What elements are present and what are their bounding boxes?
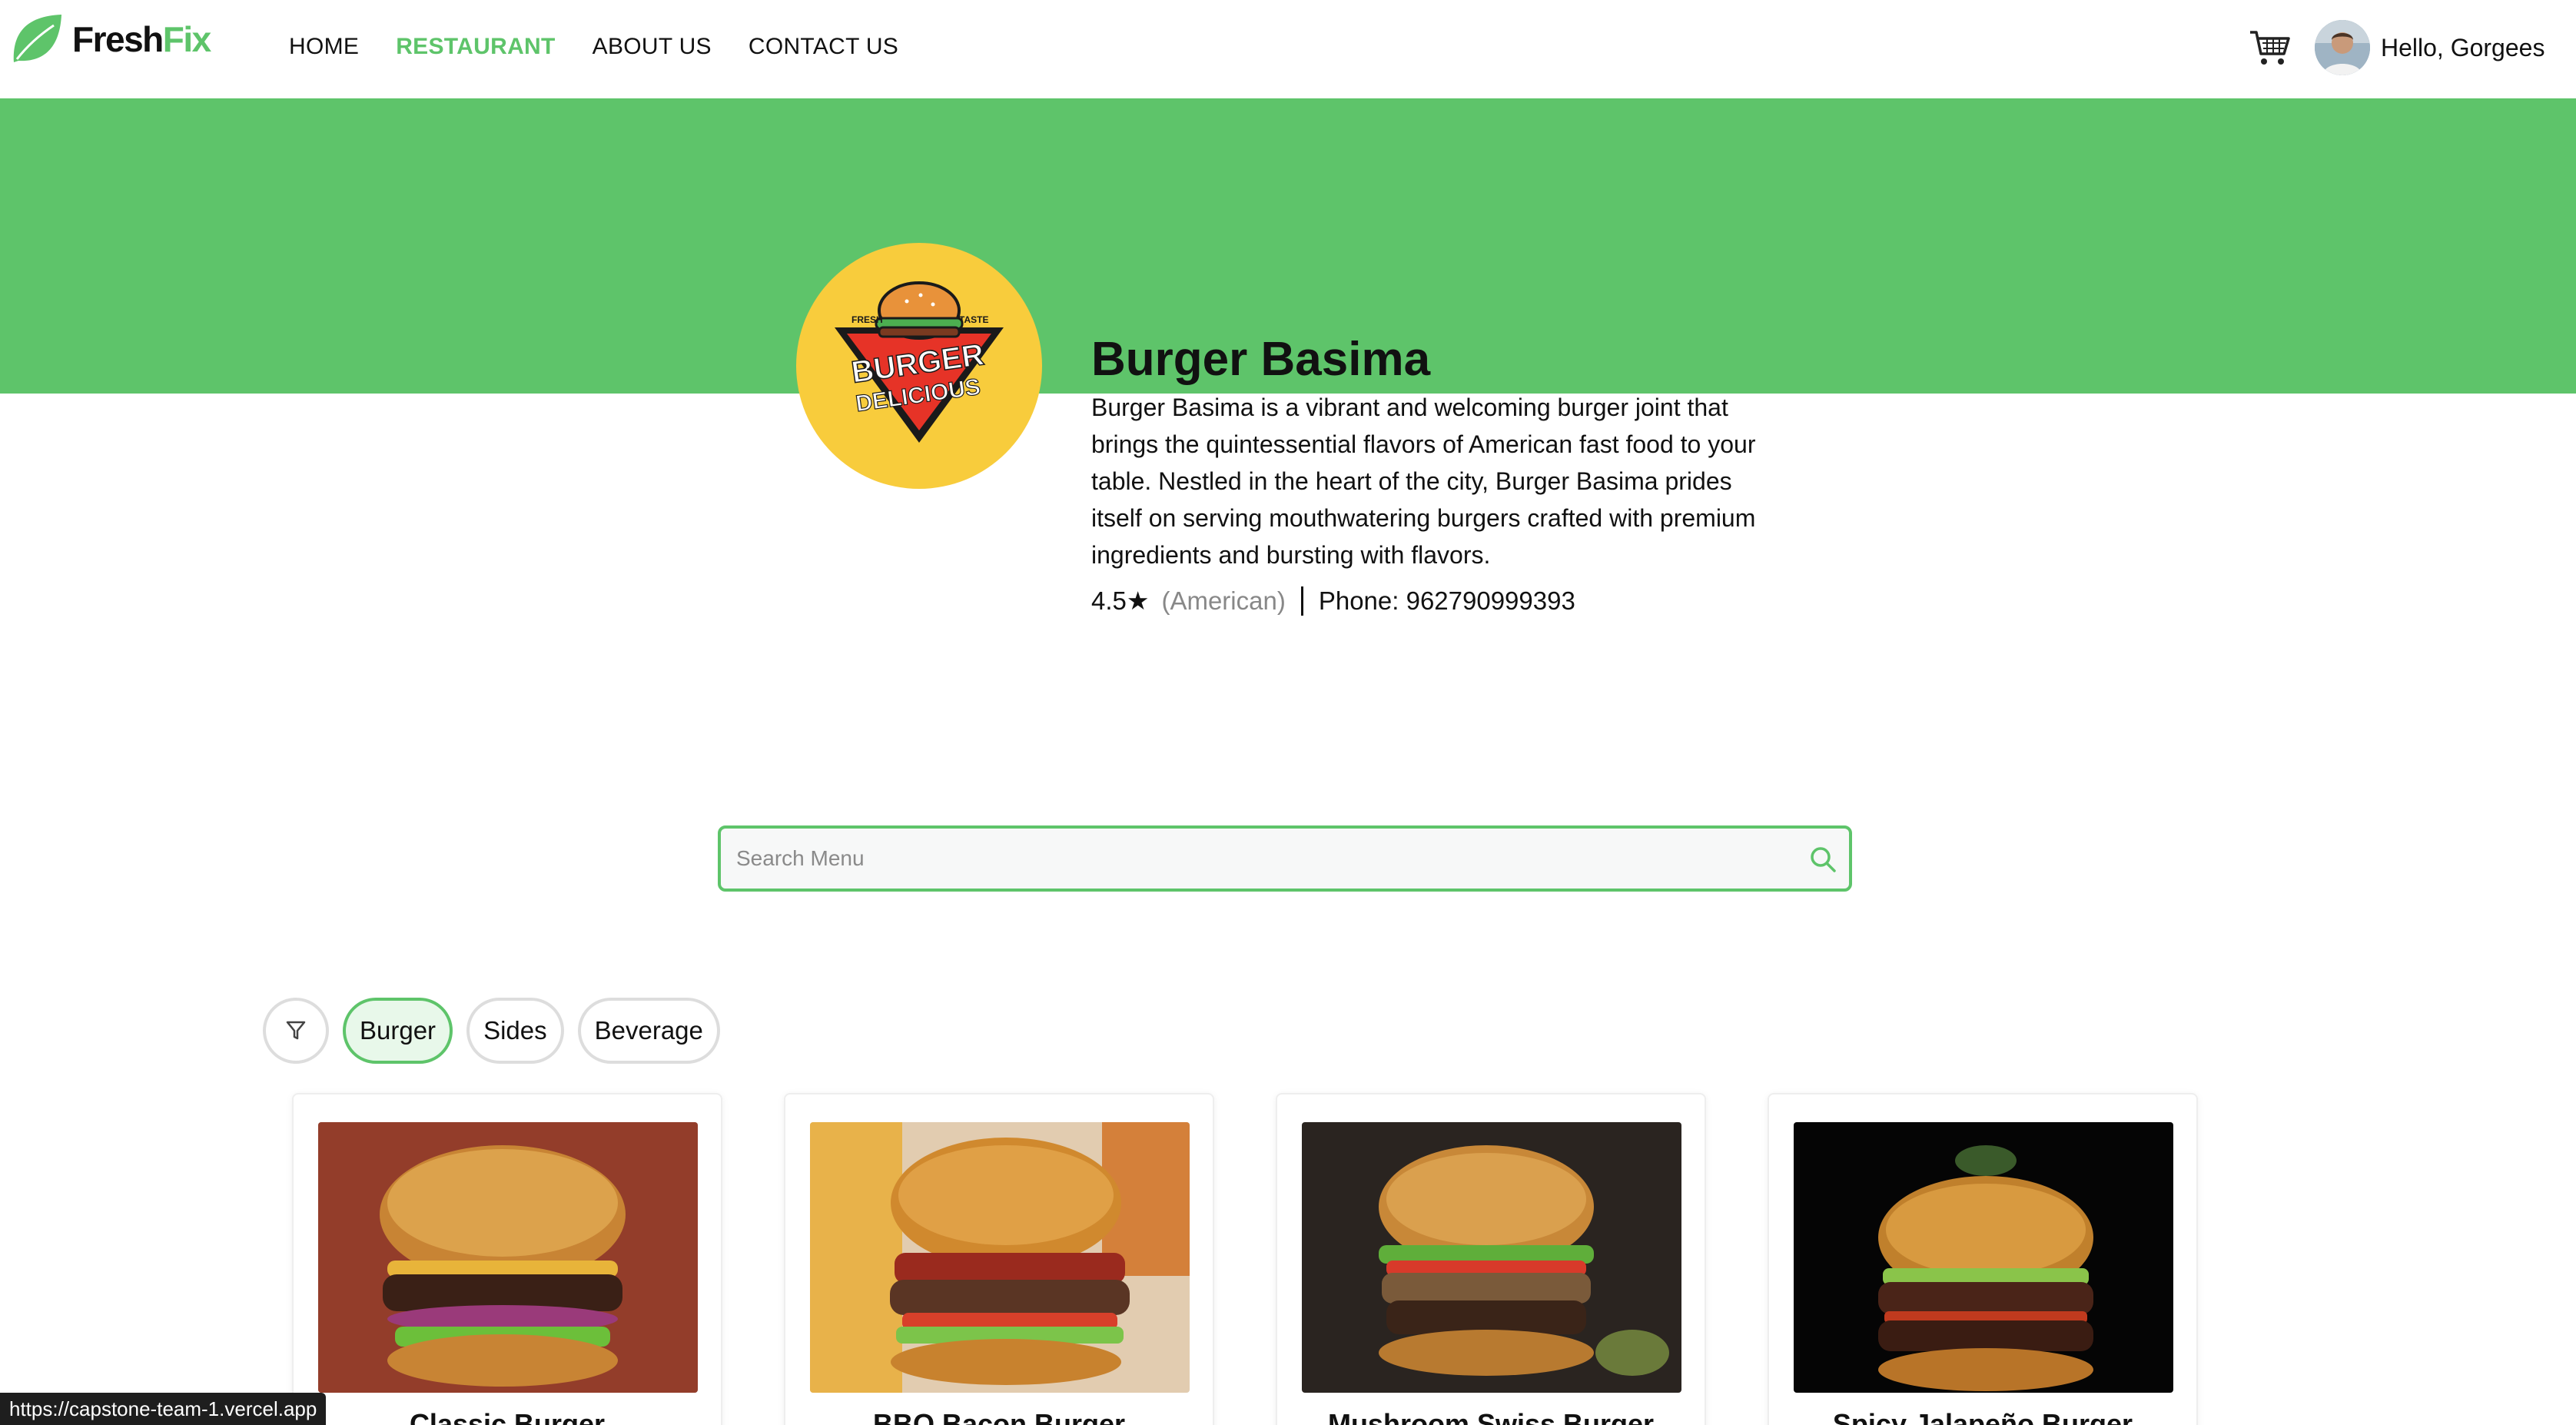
restaurant-rating: 4.5★ (1091, 586, 1150, 615)
menu-item-image (810, 1122, 1190, 1393)
leaf-icon (13, 15, 61, 62)
menu-item-name: BBQ Bacon Burger (872, 1408, 1126, 1425)
menu-item-name: Spicy Jalapeño Burger (1832, 1408, 2133, 1425)
search-input[interactable] (736, 829, 1781, 889)
freshfix-logo[interactable]: FreshFix (9, 11, 211, 68)
user-greeting[interactable]: Hello, Gorgees (2381, 34, 2544, 62)
logo-text-fix: Fix (162, 19, 211, 59)
category-chip-sides[interactable]: Sides (466, 998, 564, 1064)
funnel-icon (286, 1021, 306, 1040)
restaurant-phone: Phone: 962790999393 (1318, 586, 1575, 615)
logo-text-fresh: FRESH (851, 314, 883, 325)
category-chip-beverage[interactable]: Beverage (577, 998, 720, 1064)
nav-about-us[interactable]: ABOUT US (593, 34, 712, 60)
nav-restaurant[interactable]: RESTAURANT (396, 34, 555, 60)
menu-search (718, 825, 1852, 892)
restaurant-logo: FRESH TASTE BURGER DELICIOUS (796, 243, 1042, 489)
user-avatar[interactable] (2315, 20, 2370, 75)
menu-card[interactable]: Mushroom Swiss Burger (1276, 1093, 1706, 1425)
menu-card[interactable]: BBQ Bacon Burger (784, 1093, 1214, 1425)
category-filters: Burger Sides Beverage (263, 998, 734, 1064)
burger-delicious-logo-icon: FRESH TASTE BURGER DELICIOUS (835, 281, 1004, 443)
logo-text-taste: TASTE (959, 314, 988, 325)
menu-item-image (318, 1122, 698, 1393)
menu-item-image (1302, 1122, 1681, 1393)
restaurant-meta: 4.5★ (American) Phone: 962790999393 (1091, 586, 1575, 616)
filter-button[interactable] (263, 998, 329, 1064)
avatar-image (2315, 20, 2370, 75)
meta-divider (1300, 586, 1303, 616)
menu-card[interactable]: Spicy Jalapeño Burger (1768, 1093, 2198, 1425)
menu-item-name: Classic Burger (409, 1408, 606, 1425)
nav-contact-us[interactable]: CONTACT US (749, 34, 898, 60)
logo-text-fresh: Fresh (72, 19, 164, 59)
category-chip-burger[interactable]: Burger (343, 998, 453, 1064)
menu-item-name: Mushroom Swiss Burger (1327, 1408, 1655, 1425)
logo-wordmark: FreshFix (72, 18, 211, 60)
restaurant-description: Burger Basima is a vibrant and welcoming… (1091, 394, 1756, 569)
top-navbar: FreshFix HOME RESTAURANT ABOUT US CONTAC… (0, 0, 2576, 98)
search-icon[interactable] (1809, 845, 1837, 873)
nav-home[interactable]: HOME (289, 34, 359, 60)
restaurant-name: Burger Basima (1091, 333, 1431, 386)
restaurant-cuisine: (American) (1161, 586, 1286, 615)
cart-icon[interactable] (2249, 28, 2292, 68)
main-nav: HOME RESTAURANT ABOUT US CONTACT US (289, 34, 935, 60)
menu-card[interactable]: Classic Burger (292, 1093, 722, 1425)
link-status-bar: https://capstone-team-1.vercel.app (0, 1393, 327, 1425)
menu-item-image (1794, 1122, 2173, 1393)
